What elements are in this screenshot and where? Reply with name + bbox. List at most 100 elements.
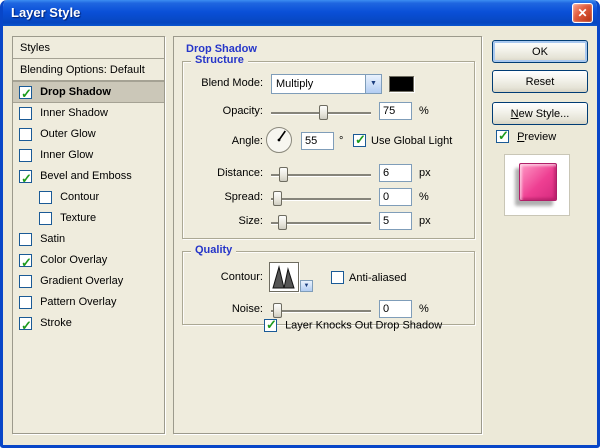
- slider-thumb[interactable]: [273, 191, 282, 206]
- drop-shadow-checkbox[interactable]: [19, 84, 32, 104]
- style-item-pattern-overlay[interactable]: Pattern Overlay: [13, 292, 164, 313]
- style-item-satin[interactable]: Satin: [13, 229, 164, 250]
- distance-row: Distance: px: [183, 164, 474, 186]
- knockout-row: Layer Knocks Out Drop Shadow: [264, 317, 443, 333]
- new-style-button-label: New Style...: [510, 107, 570, 120]
- contour-row: Contour: ▼ Anti-aliased: [183, 258, 474, 294]
- slider-thumb[interactable]: [319, 105, 328, 120]
- contour-checkbox[interactable]: [39, 191, 52, 204]
- spread-slider[interactable]: [271, 190, 371, 207]
- texture-checkbox[interactable]: [39, 212, 52, 225]
- titlebar[interactable]: Layer Style ✕: [3, 0, 597, 26]
- blending-options-item[interactable]: Blending Options: Default: [13, 59, 164, 81]
- style-preview-thumbnail: [504, 154, 570, 216]
- style-item-label: Bevel and Emboss: [40, 170, 132, 182]
- layer-knocks-out-checkbox[interactable]: [264, 317, 277, 333]
- style-item-stroke[interactable]: Stroke: [13, 313, 164, 336]
- distance-label: Distance:: [217, 167, 263, 179]
- style-item-drop-shadow[interactable]: Drop Shadow: [13, 81, 164, 104]
- size-input[interactable]: [379, 212, 412, 230]
- style-item-label: Inner Glow: [40, 149, 94, 161]
- slider-thumb[interactable]: [279, 167, 288, 182]
- noise-slider[interactable]: [271, 302, 371, 319]
- opacity-unit: %: [419, 105, 429, 117]
- style-item-label: Color Overlay: [40, 254, 108, 266]
- anti-aliased-checkbox[interactable]: [331, 271, 344, 284]
- anti-aliased-label: Anti-aliased: [349, 272, 407, 284]
- close-icon[interactable]: ✕: [572, 3, 593, 23]
- pattern-overlay-checkbox[interactable]: [19, 296, 32, 309]
- stroke-checkbox[interactable]: [19, 315, 32, 336]
- bevel-and-emboss-checkbox[interactable]: [19, 168, 32, 189]
- preview-toggle-row: Preview: [496, 128, 557, 144]
- style-item-color-overlay[interactable]: Color Overlay: [13, 250, 164, 273]
- gradient-overlay-checkbox[interactable]: [19, 275, 32, 288]
- style-item-label: Gradient Overlay: [40, 275, 124, 287]
- style-item-outer-glow[interactable]: Outer Glow: [13, 124, 164, 145]
- style-item-label: Contour: [60, 191, 100, 203]
- slider-thumb[interactable]: [273, 303, 282, 318]
- inner-shadow-checkbox[interactable]: [19, 107, 32, 120]
- contour-label: Contour:: [220, 271, 263, 283]
- opacity-slider[interactable]: [271, 104, 371, 121]
- style-item-bevel-and-emboss[interactable]: Bevel and Emboss: [13, 166, 164, 189]
- angle-unit: °: [339, 135, 344, 147]
- layer-knocks-out-label: Layer Knocks Out Drop Shadow: [285, 319, 443, 332]
- size-label: Size:: [238, 215, 263, 227]
- style-item-inner-shadow[interactable]: Inner Shadow: [13, 103, 164, 124]
- layer-style-dialog: Layer Style ✕ Styles Blending Options: D…: [0, 0, 600, 448]
- contour-dropdown-icon[interactable]: ▼: [300, 280, 313, 292]
- angle-dial[interactable]: [265, 126, 293, 154]
- ok-button[interactable]: OK: [492, 40, 588, 63]
- satin-checkbox[interactable]: [19, 233, 32, 246]
- style-item-label: Satin: [40, 233, 66, 245]
- spread-input[interactable]: [379, 188, 412, 206]
- styles-panel: Styles Blending Options: Default Drop Sh…: [12, 36, 165, 434]
- preview-layer-square: [519, 163, 557, 201]
- chevron-down-icon[interactable]: ▼: [365, 75, 381, 93]
- noise-label: Noise:: [231, 303, 263, 315]
- use-global-light-checkbox[interactable]: [353, 132, 366, 148]
- spread-row: Spread: %: [183, 188, 474, 210]
- contour-picker[interactable]: [269, 262, 299, 292]
- structure-group: Structure Blend Mode: Multiply ▼ Opacity…: [182, 54, 475, 239]
- color-overlay-checkbox[interactable]: [19, 252, 32, 273]
- shadow-color-swatch[interactable]: [389, 76, 414, 92]
- angle-input[interactable]: [301, 132, 334, 150]
- reset-button[interactable]: Reset: [492, 70, 588, 93]
- slider-track[interactable]: [271, 310, 371, 312]
- style-item-label: Texture: [60, 212, 97, 224]
- window-title: Layer Style: [11, 5, 81, 20]
- noise-unit: %: [419, 303, 429, 315]
- size-unit: px: [419, 215, 431, 227]
- style-item-label: Outer Glow: [40, 128, 96, 140]
- spread-label: Spread:: [224, 191, 263, 203]
- distance-slider[interactable]: [271, 166, 371, 183]
- style-item-label: Stroke: [40, 317, 72, 329]
- structure-group-label: Structure: [191, 54, 248, 66]
- blend-mode-select[interactable]: Multiply ▼: [271, 74, 382, 94]
- style-item-inner-glow[interactable]: Inner Glow: [13, 145, 164, 166]
- noise-input[interactable]: [379, 300, 412, 318]
- opacity-label: Opacity:: [222, 105, 263, 117]
- style-item-contour[interactable]: Contour: [13, 187, 164, 208]
- style-item-texture[interactable]: Texture: [13, 208, 164, 229]
- style-item-gradient-overlay[interactable]: Gradient Overlay: [13, 271, 164, 292]
- quality-group: Quality Contour: ▼ Anti-aliased Noise: 0…: [182, 244, 475, 325]
- quality-group-label: Quality: [191, 244, 237, 256]
- opacity-input[interactable]: [379, 102, 412, 120]
- preview-checkbox[interactable]: [496, 128, 509, 144]
- slider-thumb[interactable]: [278, 215, 287, 230]
- slider-track[interactable]: [271, 198, 371, 200]
- styles-panel-header: Styles: [13, 37, 164, 59]
- size-slider[interactable]: [271, 214, 371, 231]
- blending-options-label: Blending Options: Default: [20, 64, 145, 76]
- preview-label-text: Preview: [517, 130, 557, 143]
- new-style-button[interactable]: New Style...: [492, 102, 588, 125]
- contour-curve-icon: [272, 265, 295, 289]
- drop-shadow-panel: Drop Shadow Structure Blend Mode: Multip…: [173, 36, 482, 434]
- distance-unit: px: [419, 167, 431, 179]
- outer-glow-checkbox[interactable]: [19, 128, 32, 141]
- inner-glow-checkbox[interactable]: [19, 149, 32, 162]
- distance-input[interactable]: [379, 164, 412, 182]
